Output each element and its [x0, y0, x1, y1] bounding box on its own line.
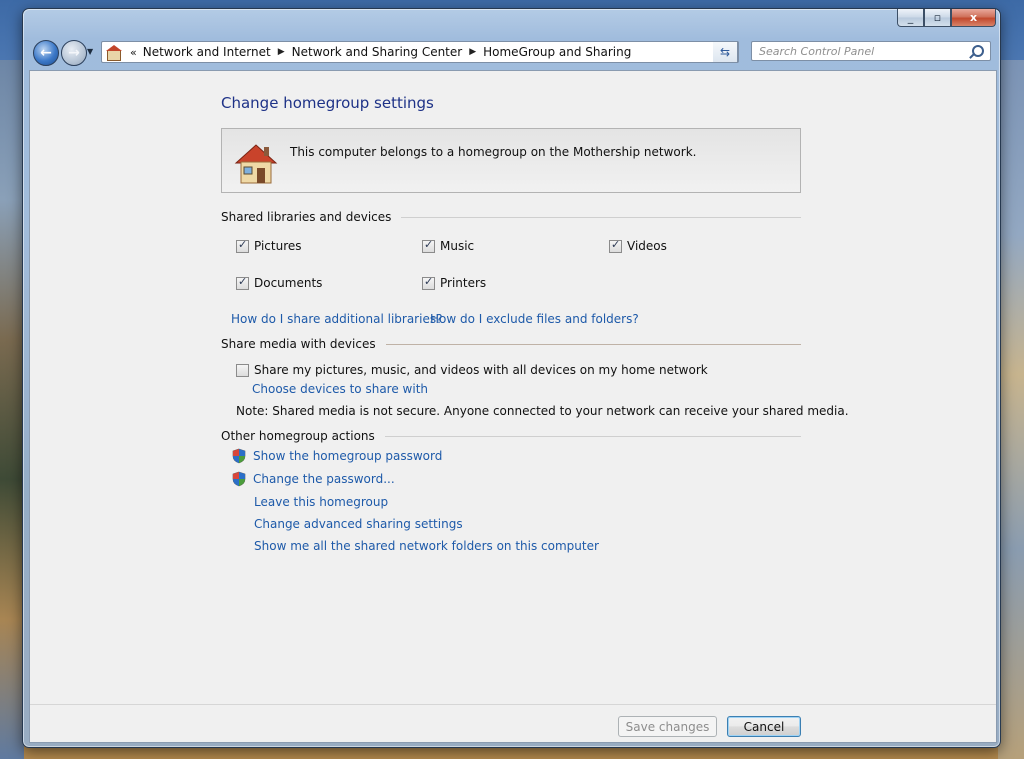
address-bar[interactable]: « Network and Internet ▶ Network and Sha…: [101, 41, 739, 63]
documents-checkbox[interactable]: Documents: [236, 275, 323, 290]
checkbox-box[interactable]: [236, 363, 249, 377]
recent-pages-dropdown[interactable]: ▼: [87, 47, 93, 56]
forward-button[interactable]: →: [61, 40, 87, 66]
desktop-left: [0, 60, 24, 759]
homegroup-house-icon: [234, 144, 278, 184]
footer-divider: [30, 704, 996, 705]
breadcrumb-network-and-internet[interactable]: Network and Internet: [143, 45, 271, 59]
breadcrumb-homegroup-and-sharing[interactable]: HomeGroup and Sharing: [483, 45, 631, 59]
shared-libraries-heading: Shared libraries and devices: [221, 210, 801, 224]
show-shared-folders-link[interactable]: Show me all the shared network folders o…: [254, 539, 599, 553]
checkbox-box[interactable]: [422, 238, 435, 253]
caption-buttons: _ ▫ x: [897, 9, 996, 27]
search-input[interactable]: [757, 43, 971, 59]
shared-libraries-heading-text: Shared libraries and devices: [221, 210, 392, 224]
leave-homegroup-link[interactable]: Leave this homegroup: [254, 495, 388, 509]
back-button[interactable]: ←: [33, 40, 59, 66]
checkbox-box[interactable]: [236, 275, 249, 290]
minimize-button[interactable]: _: [897, 9, 924, 27]
videos-checkbox[interactable]: Videos: [609, 238, 667, 253]
search-box[interactable]: [751, 41, 991, 61]
checkbox-box[interactable]: [609, 238, 622, 253]
media-note: Note: Shared media is not secure. Anyone…: [236, 404, 849, 418]
breadcrumb-network-and-sharing-center[interactable]: Network and Sharing Center: [292, 45, 463, 59]
navigation-bar: ← → ▼ « Network and Internet ▶ Network a…: [29, 39, 994, 66]
other-actions-heading: Other homegroup actions: [221, 429, 801, 443]
section-divider: [401, 217, 801, 218]
checkbox-label: Videos: [627, 239, 667, 253]
breadcrumb-separator[interactable]: ▶: [469, 47, 476, 57]
client-area: Change homegroup settings This computer …: [29, 70, 997, 743]
share-media-heading-text: Share media with devices: [221, 337, 376, 351]
breadcrumb-separator[interactable]: ▶: [278, 47, 285, 57]
music-checkbox[interactable]: Music: [422, 238, 475, 253]
checkbox-box[interactable]: [236, 238, 249, 253]
homegroup-info-box: This computer belongs to a homegroup on …: [221, 128, 801, 193]
checkbox-label: Music: [440, 239, 475, 253]
choose-devices-link[interactable]: Choose devices to share with: [252, 382, 428, 396]
printers-checkbox[interactable]: Printers: [422, 275, 487, 290]
share-media-heading: Share media with devices: [221, 337, 801, 351]
page-title: Change homegroup settings: [221, 94, 434, 112]
pictures-checkbox[interactable]: Pictures: [236, 238, 302, 253]
exclude-files-link[interactable]: How do I exclude files and folders?: [430, 312, 639, 326]
search-icon[interactable]: [972, 45, 984, 57]
desktop-right: [998, 60, 1024, 759]
section-divider: [385, 344, 801, 345]
show-homegroup-password-link[interactable]: Show the homegroup password: [253, 449, 442, 463]
other-actions-heading-text: Other homegroup actions: [221, 429, 375, 443]
refresh-button[interactable]: ⇆: [713, 41, 738, 63]
share-additional-libraries-link[interactable]: How do I share additional libraries?: [231, 312, 442, 326]
checkbox-box[interactable]: [422, 275, 435, 290]
share-media-checkbox[interactable]: Share my pictures, music, and videos wit…: [236, 363, 708, 377]
uac-shield-icon: [232, 448, 246, 464]
section-divider: [384, 436, 801, 437]
checkbox-label: Documents: [254, 276, 323, 290]
close-button[interactable]: x: [951, 9, 996, 27]
checkbox-label: Printers: [440, 276, 487, 290]
checkbox-label: Share my pictures, music, and videos wit…: [254, 363, 708, 377]
homegroup-info-text: This computer belongs to a homegroup on …: [290, 145, 697, 159]
change-advanced-sharing-link[interactable]: Change advanced sharing settings: [254, 517, 463, 531]
save-changes-button[interactable]: Save changes: [618, 716, 717, 737]
overflow-chevron[interactable]: «: [130, 46, 137, 59]
control-panel-icon: [106, 45, 122, 61]
uac-shield-icon: [232, 471, 246, 487]
maximize-button[interactable]: ▫: [924, 9, 951, 27]
control-panel-window: _ ▫ x ← → ▼ « Network and Internet ▶ Net…: [22, 8, 1001, 748]
cancel-button[interactable]: Cancel: [727, 716, 801, 737]
checkbox-label: Pictures: [254, 239, 302, 253]
change-password-link[interactable]: Change the password...: [253, 472, 395, 486]
